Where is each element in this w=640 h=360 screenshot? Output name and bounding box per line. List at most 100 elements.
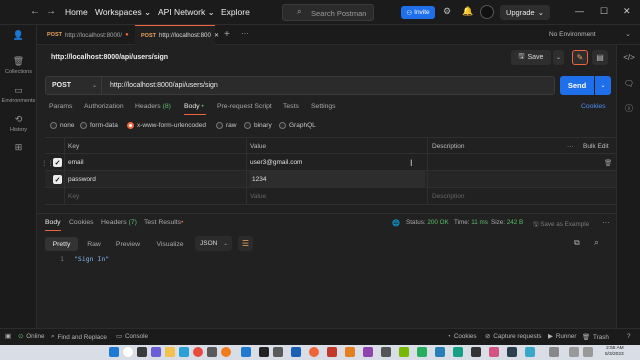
new-description-input[interactable]: Description bbox=[432, 188, 465, 205]
format-select[interactable]: JSON ⌄ bbox=[195, 236, 232, 251]
radio-graphql[interactable]: GraphQL bbox=[279, 122, 316, 129]
nav-home[interactable]: Home bbox=[65, 7, 88, 17]
send-dropdown-chevron-icon[interactable]: ⌄ bbox=[595, 76, 611, 95]
app-icon-purple[interactable] bbox=[363, 347, 373, 357]
folder-icon[interactable] bbox=[165, 347, 175, 357]
radio-form-data[interactable]: form-data bbox=[80, 122, 118, 129]
app-icon-teal[interactable] bbox=[453, 347, 463, 357]
notifications-bell-icon[interactable]: 🔔 bbox=[462, 6, 473, 17]
cookies-link[interactable]: Cookies bbox=[581, 103, 606, 110]
online-status[interactable]: ⊙ Online bbox=[18, 333, 44, 340]
tab-body[interactable]: Body • bbox=[184, 103, 204, 110]
radio-raw[interactable]: raw bbox=[216, 122, 236, 129]
search-icon[interactable]: ⌕ bbox=[594, 237, 599, 248]
tab-tests[interactable]: Tests bbox=[283, 103, 299, 110]
edge-browser-icon[interactable] bbox=[179, 347, 189, 357]
request-tab[interactable]: POST http://localhost:8000/ ● bbox=[41, 25, 135, 45]
edit-pencil-icon[interactable]: ✎ bbox=[572, 50, 588, 65]
nvidia-icon[interactable] bbox=[399, 347, 409, 357]
find-replace-button[interactable]: ⌕ Find and Replace bbox=[51, 333, 107, 341]
tab-settings[interactable]: Settings bbox=[311, 103, 336, 110]
console-button[interactable]: ▭ Console bbox=[116, 333, 148, 340]
send-button[interactable]: Send bbox=[560, 76, 594, 95]
wrap-lines-icon[interactable]: ☰ bbox=[238, 236, 253, 251]
radio-binary[interactable]: binary bbox=[244, 122, 272, 129]
task-view-icon[interactable] bbox=[137, 347, 147, 357]
notes-app-icon[interactable] bbox=[273, 347, 283, 357]
view-raw[interactable]: Raw bbox=[82, 237, 106, 251]
response-tab-test-results[interactable]: Test Results• bbox=[144, 219, 183, 226]
system-clock[interactable]: 2:55 AM 5/3/2023 bbox=[605, 346, 624, 358]
row-checkbox[interactable]: ✓ bbox=[53, 158, 62, 167]
app-icon-dark[interactable] bbox=[471, 347, 481, 357]
app-icon-navy[interactable] bbox=[507, 347, 517, 357]
tabs-overflow-icon[interactable]: ··· bbox=[241, 29, 249, 38]
copy-icon[interactable]: ⧉ bbox=[574, 238, 580, 248]
store-icon[interactable] bbox=[207, 347, 217, 357]
sidebar-item-environments[interactable]: ▭ Environments bbox=[0, 85, 37, 104]
new-key-input[interactable]: Key bbox=[68, 188, 79, 205]
sidebar-item-profile[interactable]: 👤 bbox=[0, 30, 37, 41]
runner-button[interactable]: ▶ Runner bbox=[548, 333, 577, 340]
tab-pre-request-script[interactable]: Pre-request Script bbox=[217, 103, 272, 110]
vscode-icon[interactable] bbox=[241, 347, 251, 357]
nav-api-network[interactable]: API Network ⌄ bbox=[158, 7, 215, 18]
minimize-icon[interactable]: — bbox=[575, 6, 584, 16]
app-icon-pink[interactable] bbox=[489, 347, 499, 357]
row-checkbox[interactable]: ✓ bbox=[53, 175, 62, 184]
tab-headers[interactable]: Headers (8) bbox=[135, 103, 171, 110]
sidebar-item-collections[interactable]: 🗑 Collections bbox=[0, 56, 37, 75]
tab-params[interactable]: Params bbox=[49, 103, 72, 110]
tray-icon[interactable] bbox=[549, 347, 559, 357]
method-select[interactable]: POST ⌄ bbox=[45, 76, 102, 95]
row-value-email[interactable]: user3@gmail.com bbox=[250, 154, 302, 171]
save-dropdown-chevron-icon[interactable]: ⌄ bbox=[553, 50, 564, 65]
windows-start-icon[interactable] bbox=[109, 347, 119, 357]
app-icon-blue[interactable] bbox=[435, 347, 445, 357]
request-tab-active[interactable]: POST http://localhost:800 ✕ bbox=[135, 25, 219, 45]
search-input[interactable]: ⌕ Search Postman bbox=[282, 4, 374, 21]
app-icon-green[interactable] bbox=[417, 347, 427, 357]
settings-gear-icon[interactable]: ⚙ bbox=[443, 6, 451, 17]
postman-app-icon[interactable] bbox=[309, 347, 319, 357]
info-icon[interactable]: ⓘ bbox=[617, 103, 640, 114]
more-options-icon[interactable]: ··· bbox=[567, 138, 574, 155]
row-key-email[interactable]: email bbox=[68, 154, 84, 171]
volume-icon[interactable] bbox=[583, 347, 593, 357]
terminal-icon[interactable] bbox=[259, 347, 269, 357]
nav-explore[interactable]: Explore bbox=[221, 7, 250, 17]
close-tab-icon[interactable]: ✕ bbox=[214, 32, 219, 39]
view-preview[interactable]: Preview bbox=[112, 237, 144, 251]
more-options-icon[interactable]: ··· bbox=[602, 218, 610, 227]
sidebar-item-history[interactable]: ⟲ History bbox=[0, 114, 37, 133]
back-arrow-icon[interactable]: ← bbox=[30, 6, 40, 17]
upgrade-button[interactable]: Upgrade ⌄ bbox=[500, 5, 550, 20]
app-icon-orange[interactable] bbox=[345, 347, 355, 357]
documentation-icon[interactable]: ▤ bbox=[592, 50, 608, 65]
delete-row-trash-icon[interactable]: 🗑 bbox=[604, 154, 612, 171]
view-pretty[interactable]: Pretty bbox=[45, 237, 78, 251]
bulk-edit-button[interactable]: Bulk Edit bbox=[583, 138, 609, 155]
new-value-input[interactable]: Value bbox=[250, 188, 266, 205]
radio-none[interactable]: none bbox=[50, 122, 74, 129]
app-icon-red[interactable] bbox=[327, 347, 337, 357]
save-as-example-button[interactable]: 🖫 Save as Example bbox=[533, 219, 589, 230]
wifi-icon[interactable] bbox=[569, 347, 579, 357]
chat-app-icon[interactable] bbox=[151, 347, 161, 357]
environment-select[interactable]: No Environment bbox=[549, 31, 596, 38]
taskbar-search-icon[interactable] bbox=[123, 347, 133, 357]
app-icon-cyan[interactable] bbox=[525, 347, 535, 357]
mail-icon[interactable] bbox=[291, 347, 301, 357]
trash-button[interactable]: 🗑 Trash bbox=[582, 333, 609, 342]
row-key-password[interactable]: password bbox=[68, 171, 96, 188]
firefox-icon[interactable] bbox=[221, 347, 231, 357]
response-tab-headers[interactable]: Headers (7) bbox=[101, 219, 137, 226]
invite-button[interactable]: ⚇ Invite bbox=[401, 6, 435, 19]
row-value-password[interactable]: 1234 bbox=[250, 171, 425, 188]
help-icon[interactable]: ? bbox=[627, 333, 631, 340]
close-icon[interactable]: ✕ bbox=[623, 6, 631, 17]
view-visualize[interactable]: Visualize bbox=[152, 237, 188, 251]
avatar[interactable] bbox=[480, 5, 494, 19]
layout-toggle-icon[interactable]: ▣ bbox=[5, 333, 11, 340]
nav-workspaces[interactable]: Workspaces ⌄ bbox=[95, 7, 151, 18]
